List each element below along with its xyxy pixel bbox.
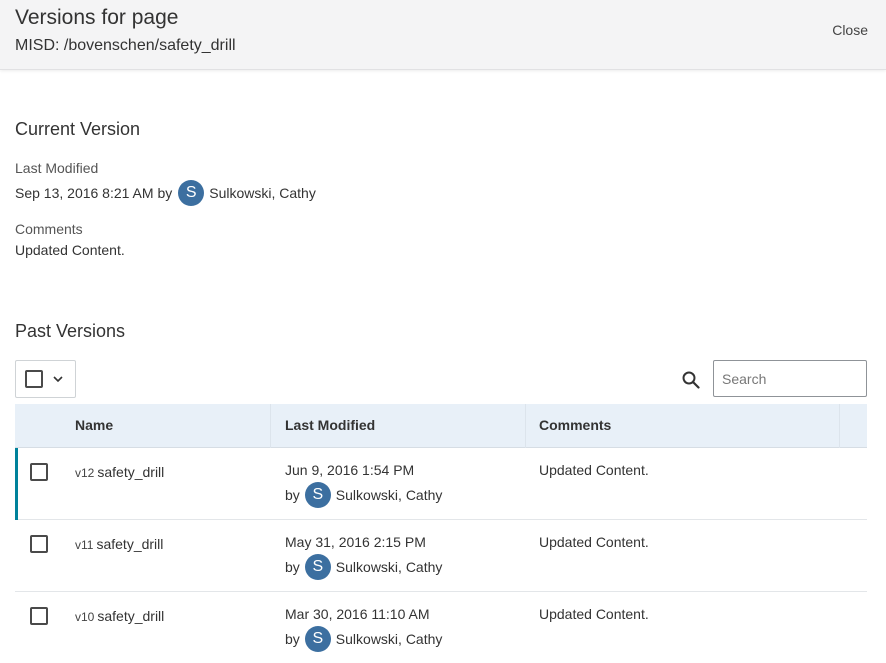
row-checkbox[interactable]	[30, 463, 48, 481]
by-label: by	[285, 559, 300, 575]
table-row[interactable]: v12 safety_drill Jun 9, 2016 1:54 PM by S…	[15, 448, 867, 520]
avatar: S	[178, 180, 205, 206]
user-name: Sulkowski, Cathy	[335, 631, 443, 647]
comment-text: Updated Content.	[539, 534, 649, 550]
row-checkbox[interactable]	[30, 607, 48, 625]
table-row[interactable]: v11 safety_drill May 31, 2016 2:15 PM by …	[15, 520, 867, 592]
file-name: safety_drill	[96, 536, 164, 552]
version-name[interactable]: v10 safety_drill	[75, 608, 164, 624]
column-divider	[839, 404, 840, 448]
version-name[interactable]: v11 safety_drill	[75, 536, 163, 552]
modified-by: by S Sulkowski, Cathy	[285, 554, 442, 580]
modified-by: by S Sulkowski, Cathy	[285, 626, 442, 652]
user-name: Sulkowski, Cathy	[209, 185, 316, 201]
select-all-dropdown[interactable]	[15, 360, 76, 398]
version-number: v11	[75, 538, 94, 552]
select-all-checkbox[interactable]	[25, 370, 43, 388]
search-icon[interactable]	[681, 370, 701, 390]
comments-value: Updated Content.	[15, 242, 125, 258]
column-header-name[interactable]: Name	[75, 417, 113, 433]
avatar: S	[304, 482, 331, 508]
by-label: by	[285, 631, 300, 647]
past-versions-heading: Past Versions	[15, 321, 126, 341]
dialog-title: Versions for page	[15, 6, 179, 29]
file-name: safety_drill	[97, 464, 165, 480]
search-input[interactable]	[713, 360, 867, 397]
current-version-heading: Current Version	[15, 119, 141, 139]
file-name: safety_drill	[97, 608, 165, 624]
row-checkbox[interactable]	[30, 535, 48, 553]
last-modified-value: Sep 13, 2016 8:21 AM by S Sulkowski, Cat…	[15, 180, 316, 206]
avatar: S	[304, 554, 331, 580]
avatar: S	[304, 626, 331, 652]
table-row[interactable]: v10 safety_drill Mar 30, 2016 11:10 AM by…	[15, 592, 867, 663]
modified-by: by S Sulkowski, Cathy	[285, 482, 442, 508]
version-name[interactable]: v12 safety_drill	[75, 464, 164, 480]
last-modified-label: Last Modified	[15, 160, 99, 176]
user-name: Sulkowski, Cathy	[335, 487, 443, 503]
chevron-down-icon	[53, 376, 63, 383]
page-path: MISD: /bovenschen/safety_drill	[15, 37, 236, 54]
column-header-last-modified[interactable]: Last Modified	[285, 417, 375, 433]
by-label: by	[285, 487, 300, 503]
version-number: v12	[75, 466, 95, 480]
last-modified-date: Sep 13, 2016 8:21 AM by	[15, 185, 173, 201]
modified-date: May 31, 2016 2:15 PM	[285, 534, 426, 550]
comments-label: Comments	[15, 221, 83, 237]
versions-table: Name Last Modified Comments v12 safety_dr…	[15, 404, 867, 663]
modified-date: Mar 30, 2016 11:10 AM	[285, 606, 430, 622]
column-divider	[525, 404, 526, 448]
version-number: v10	[75, 610, 95, 624]
comment-text: Updated Content.	[539, 606, 649, 622]
dialog-header: Versions for page MISD: /bovenschen/safe…	[0, 0, 886, 70]
close-button[interactable]: Close	[832, 22, 868, 38]
column-header-comments[interactable]: Comments	[539, 417, 611, 433]
table-header: Name Last Modified Comments	[15, 404, 867, 448]
user-name: Sulkowski, Cathy	[335, 559, 443, 575]
column-divider	[270, 404, 271, 448]
modified-date: Jun 9, 2016 1:54 PM	[285, 462, 415, 478]
comment-text: Updated Content.	[539, 462, 649, 478]
